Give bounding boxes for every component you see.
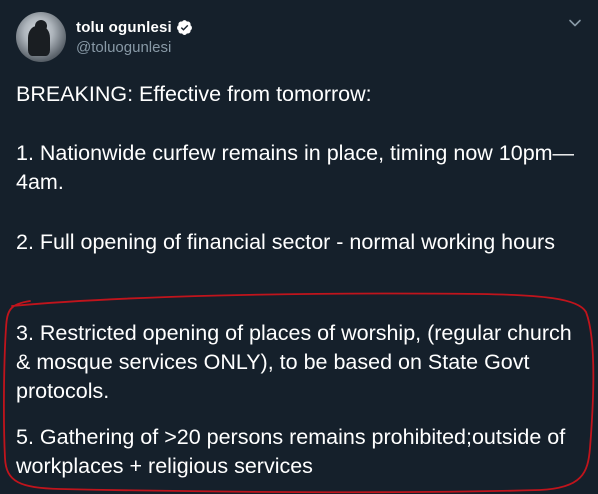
tweet-paragraph-breaking: BREAKING: Effective from tomorrow:: [16, 82, 372, 106]
avatar[interactable]: [16, 12, 66, 62]
author-name-row: tolu ogunlesi: [76, 17, 193, 37]
author-block: tolu ogunlesi @toluogunlesi: [76, 17, 193, 56]
verified-badge-icon: [176, 19, 193, 36]
tweet-paragraph-item-3: 3. Restricted opening of places of worsh…: [16, 321, 572, 403]
chevron-down-icon[interactable]: [568, 16, 582, 30]
author-display-name[interactable]: tolu ogunlesi: [76, 19, 172, 36]
tweet-paragraph-item-2: 2. Full opening of financial sector - no…: [16, 230, 555, 254]
tweet-card: tolu ogunlesi @toluogunlesi BREAKING: Ef…: [0, 0, 598, 494]
tweet-paragraph-item-1: 1. Nationwide curfew remains in place, t…: [16, 141, 575, 194]
tweet-paragraph-item-5: 5. Gathering of >20 persons remains proh…: [16, 425, 566, 478]
author-handle[interactable]: @toluogunlesi: [76, 39, 193, 56]
avatar-figure-body: [28, 26, 50, 56]
